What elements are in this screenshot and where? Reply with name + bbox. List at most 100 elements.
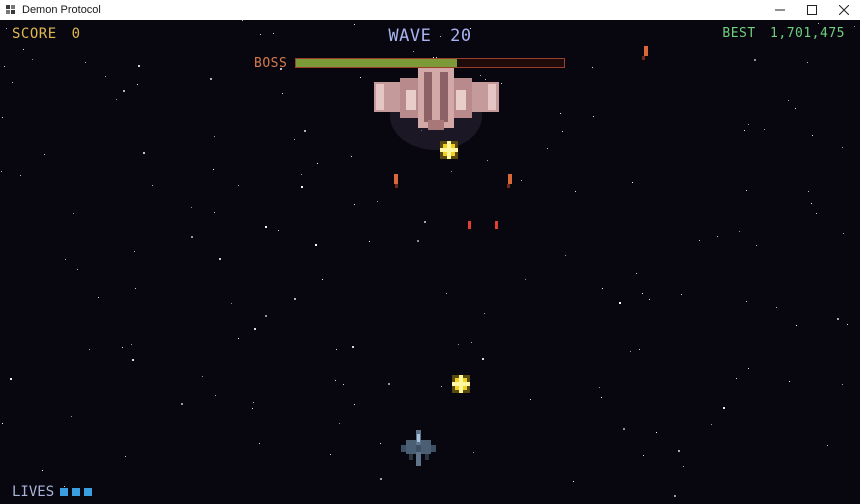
star [294,139,295,140]
wave-label: WAVE [388,26,432,46]
star [98,297,99,298]
star [827,445,828,446]
star [20,175,21,176]
star [12,82,13,83]
star [4,66,5,67]
star [746,301,747,302]
star [683,466,684,467]
star [89,349,90,350]
star [471,342,472,343]
powerup-star [440,141,458,159]
player-ship [401,430,436,466]
star [191,207,192,208]
star [807,62,808,63]
life-marker [84,488,93,496]
best-readout: BEST 1,701,475 [722,26,845,41]
star [451,171,452,172]
star [636,273,637,274]
star [678,450,680,452]
star [10,378,12,380]
star [593,116,594,117]
star [265,315,267,317]
star [847,324,848,325]
star [351,156,352,157]
enemy-missile [394,174,398,188]
star [562,131,563,132]
game-canvas[interactable]: SCORE 0 WAVE 20 BEST 1,701,475 BOSS LIVE… [0,20,860,504]
star [143,152,145,154]
star [77,269,78,270]
star [681,294,682,295]
lives-readout: LIVES [12,484,96,500]
star [623,428,625,430]
star [501,83,502,84]
game-window: Demon Protocol SCORE 0 WAVE 20 BEST 1,70… [0,0,860,504]
boss-health-fill [296,59,457,67]
star [73,213,74,214]
star [242,20,243,21]
star [116,99,117,100]
minimize-button[interactable] [764,0,796,20]
star [231,303,232,304]
star [191,236,193,238]
star [632,182,633,183]
star [369,241,370,242]
star [739,231,740,232]
star [65,259,66,260]
star [746,190,747,191]
close-button[interactable] [828,0,860,20]
star [789,381,790,382]
best-label: BEST [722,26,756,41]
star [122,347,123,348]
star [23,49,24,50]
star [417,240,419,242]
star [388,383,390,385]
star [818,23,819,24]
enemy-bullet [495,221,498,229]
star [473,452,474,453]
enemy-missile [507,174,512,188]
star [808,191,809,192]
star [776,307,777,308]
star [71,416,72,417]
star [413,51,414,52]
star [630,351,631,352]
star [795,108,796,109]
star [424,221,426,223]
star [744,130,745,131]
star [42,470,43,471]
star [238,338,239,339]
star [354,404,355,405]
maximize-icon [807,5,817,15]
close-icon [839,5,849,15]
star [330,454,331,455]
wave-value: 20 [450,26,472,46]
star [343,384,344,385]
star [32,59,33,60]
star [85,62,86,63]
star [599,387,600,388]
star [560,113,561,114]
maximize-button[interactable] [796,0,828,20]
star [812,135,813,136]
star [360,77,361,78]
star [132,359,134,361]
title-bar[interactable]: Demon Protocol [0,0,860,20]
star [380,443,381,444]
star [354,204,355,205]
app-window-icon [6,5,16,15]
star [181,403,183,405]
star [842,384,843,385]
star [811,203,812,204]
star [336,349,337,350]
star [843,233,844,234]
star [656,432,657,433]
star [487,160,488,161]
star [278,230,279,231]
star [304,130,306,132]
star [592,67,593,68]
star [699,240,700,241]
star [446,293,447,294]
star [2,423,3,424]
star [317,163,318,164]
